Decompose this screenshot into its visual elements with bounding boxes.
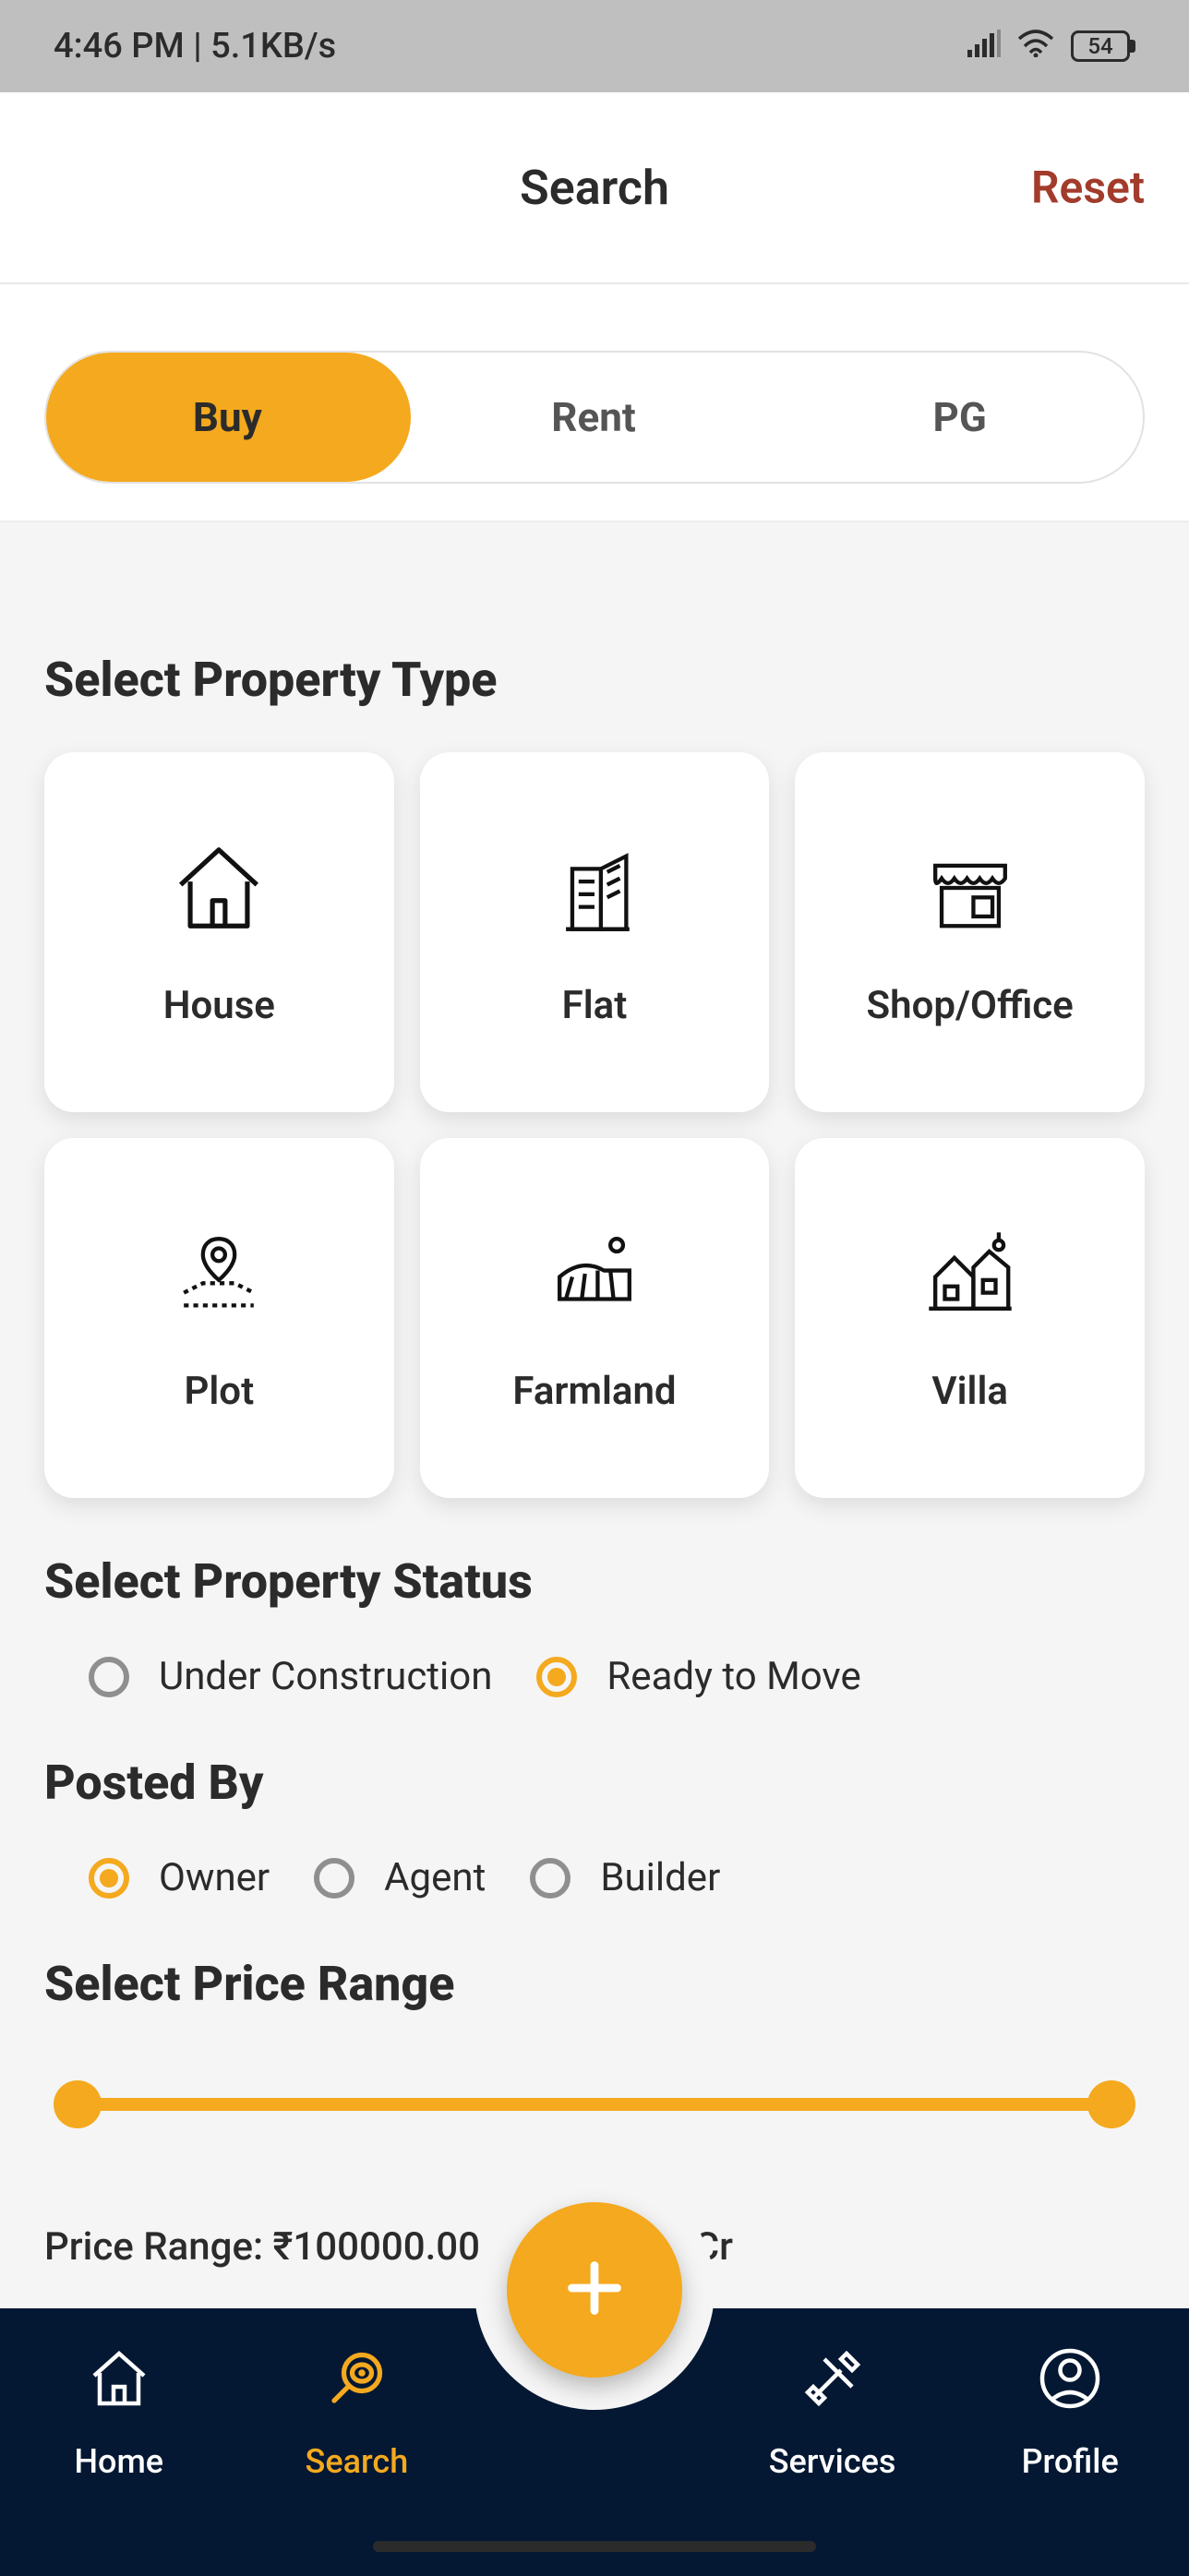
card-label: Plot <box>184 1369 254 1414</box>
card-label: House <box>163 983 275 1028</box>
radio-label: Ready to Move <box>607 1654 860 1699</box>
price-slider[interactable] <box>44 2077 1145 2132</box>
property-type-villa[interactable]: Villa <box>795 1138 1145 1498</box>
nav-home[interactable]: Home <box>0 2345 238 2481</box>
category-segmented: Buy Rent PG <box>44 351 1145 484</box>
nav-profile[interactable]: Profile <box>951 2345 1189 2481</box>
tools-icon <box>799 2345 866 2420</box>
property-type-house[interactable]: House <box>44 752 394 1112</box>
posted-by-heading: Posted By <box>44 1755 1145 1811</box>
search-icon <box>323 2345 390 2420</box>
radio-label: Owner <box>159 1855 270 1900</box>
property-type-plot[interactable]: Plot <box>44 1138 394 1498</box>
plot-icon <box>168 1223 270 1328</box>
nav-services[interactable]: Services <box>714 2345 952 2481</box>
property-type-heading: Select Property Type <box>44 652 1145 708</box>
radio-icon <box>89 1657 129 1697</box>
status-under-construction[interactable]: Under Construction <box>89 1654 492 1699</box>
card-label: Farmland <box>512 1369 676 1414</box>
home-icon <box>86 2345 152 2420</box>
shop-icon <box>919 837 1021 942</box>
nav-label: Home <box>74 2442 163 2481</box>
fab-notch <box>474 2170 715 2410</box>
signal-icon <box>967 26 1001 66</box>
radio-icon <box>89 1858 129 1899</box>
posted-by-builder[interactable]: Builder <box>530 1855 720 1900</box>
property-type-flat[interactable]: Flat <box>420 752 770 1112</box>
status-right: 54 <box>967 26 1135 66</box>
status-radio-group: Under Construction Ready to Move <box>44 1654 1145 1699</box>
slider-thumb-max[interactable] <box>1087 2080 1135 2128</box>
tab-pg[interactable]: PG <box>776 353 1143 482</box>
radio-icon <box>530 1858 570 1899</box>
property-type-farmland[interactable]: Farmland <box>420 1138 770 1498</box>
home-indicator <box>373 2541 816 2552</box>
posted-by-owner[interactable]: Owner <box>89 1855 270 1900</box>
status-time: 4:46 PM | 5.1KB/s <box>54 26 336 66</box>
property-type-shop[interactable]: Shop/Office <box>795 752 1145 1112</box>
status-ready-to-move[interactable]: Ready to Move <box>536 1654 860 1699</box>
nav-label: Services <box>769 2442 896 2481</box>
tab-buy[interactable]: Buy <box>44 353 411 482</box>
status-bar: 4:46 PM | 5.1KB/s 54 <box>0 0 1189 92</box>
reset-button[interactable]: Reset <box>1031 162 1145 214</box>
tab-rent[interactable]: Rent <box>411 353 777 482</box>
plus-icon <box>562 2256 627 2324</box>
house-icon <box>168 837 270 942</box>
card-label: Shop/Office <box>867 983 1074 1028</box>
slider-track <box>70 2098 1119 2111</box>
villa-icon <box>919 1223 1021 1328</box>
main-content: Select Property Type House Flat Shop/Off… <box>0 522 1189 2446</box>
category-segmented-wrapper: Buy Rent PG <box>0 284 1189 522</box>
nav-label: Search <box>306 2442 409 2481</box>
card-label: Villa <box>931 1369 1008 1414</box>
radio-icon <box>314 1858 354 1899</box>
posted-by-agent[interactable]: Agent <box>314 1855 486 1900</box>
card-label: Flat <box>562 983 628 1028</box>
property-type-grid: House Flat Shop/Office Plot Farmland <box>44 752 1145 1498</box>
radio-icon <box>536 1657 577 1697</box>
building-icon <box>544 837 645 942</box>
nav-label: Profile <box>1022 2442 1119 2481</box>
app-header: Search Reset <box>0 92 1189 284</box>
posted-by-radio-group: Owner Agent Builder <box>44 1855 1145 1900</box>
slider-thumb-min[interactable] <box>54 2080 102 2128</box>
page-title: Search <box>520 160 669 216</box>
profile-icon <box>1037 2345 1103 2420</box>
radio-label: Builder <box>600 1855 720 1900</box>
property-status-heading: Select Property Status <box>44 1553 1145 1610</box>
farmland-icon <box>544 1223 645 1328</box>
radio-label: Agent <box>384 1855 486 1900</box>
price-range-heading: Select Price Range <box>44 1956 1145 2012</box>
battery-icon: 54 <box>1071 30 1135 62</box>
wifi-icon <box>1017 26 1054 66</box>
add-button[interactable] <box>507 2202 682 2378</box>
nav-search[interactable]: Search <box>238 2345 476 2481</box>
radio-label: Under Construction <box>159 1654 492 1699</box>
